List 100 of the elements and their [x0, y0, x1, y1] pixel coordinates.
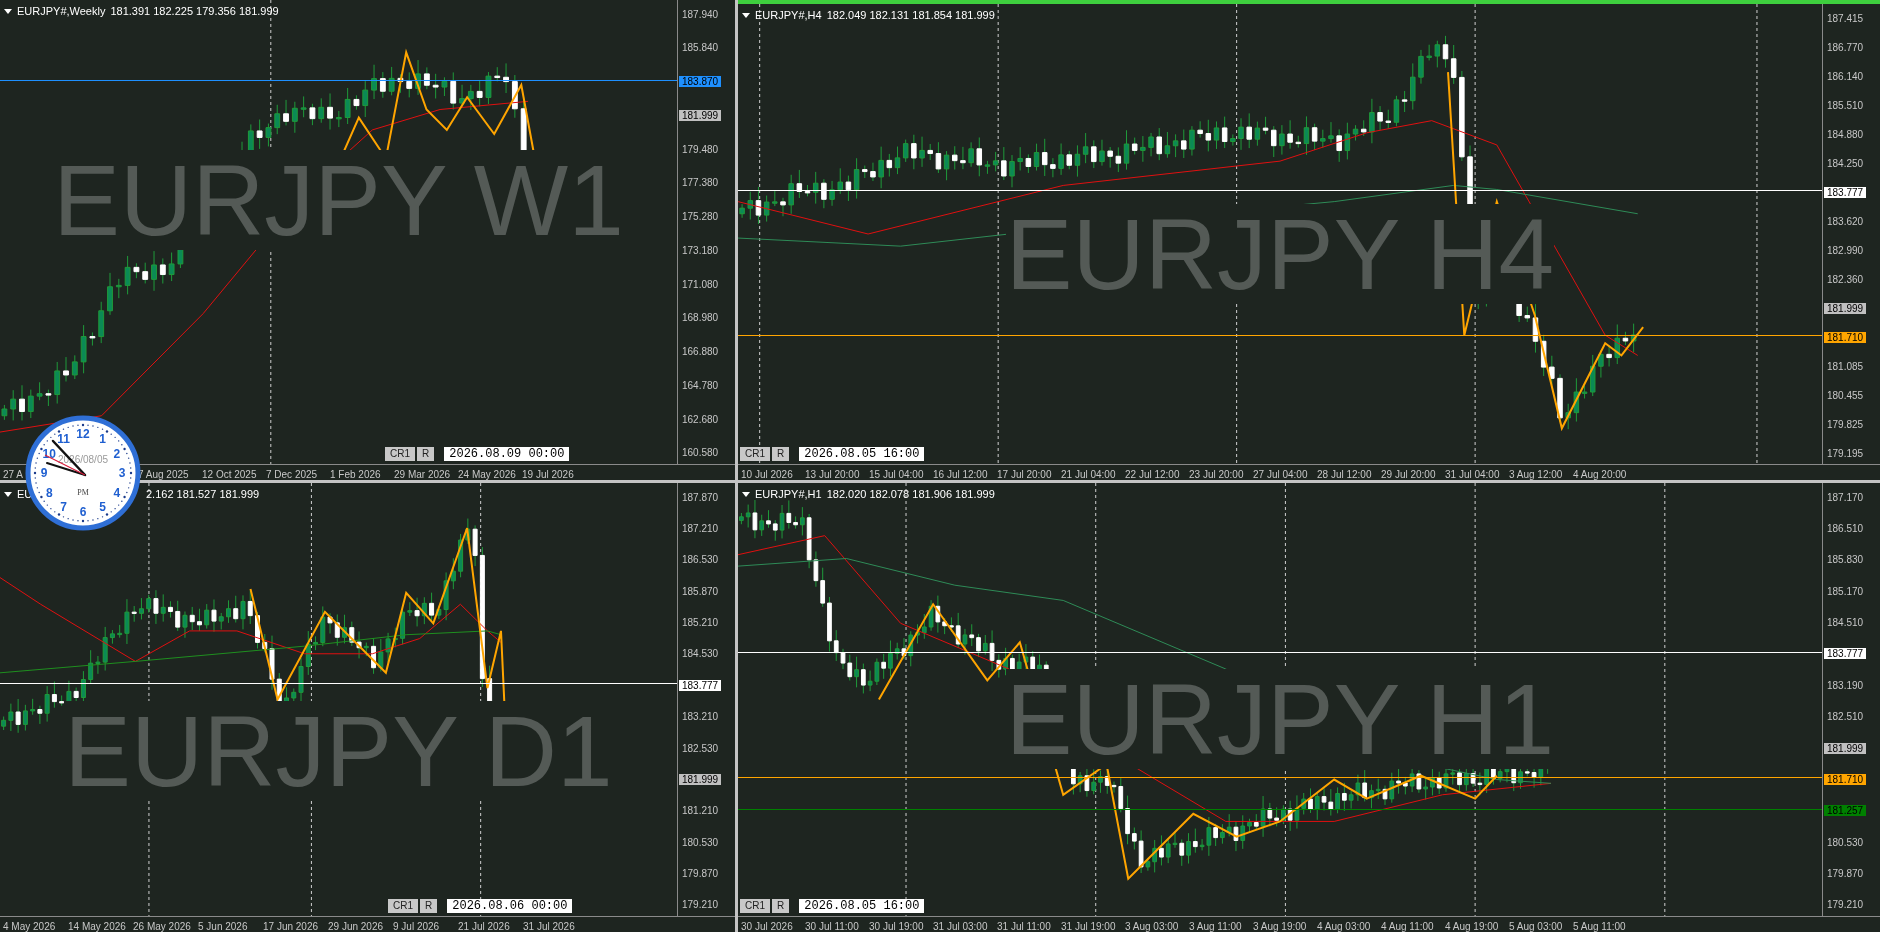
- price-tag: 181.710: [1824, 331, 1867, 343]
- price-axis-label: 179.210: [682, 899, 719, 911]
- time-axis-label: 14 May 2026: [68, 920, 126, 932]
- price-axis-label: 183.190: [1827, 679, 1864, 691]
- clock-numeral: 9: [40, 466, 48, 480]
- chart-symbol-label: EURJPY#,H1: [755, 487, 822, 502]
- price-axis-label: 186.510: [1827, 522, 1864, 534]
- date-field[interactable]: 2026.08.05 16:00: [799, 899, 925, 913]
- clock-numeral: 1: [99, 432, 106, 447]
- price-axis-label: 179.210: [1827, 899, 1864, 911]
- price-axis-label: 162.680: [682, 413, 719, 425]
- price-axis-label: 185.510: [1827, 99, 1864, 111]
- clock-numeral: 8: [45, 485, 53, 500]
- ohlc-values: 181.391 182.225 179.356 181.999: [110, 4, 279, 19]
- price-tag: 183.870: [679, 76, 722, 88]
- time-axis-label: 3 Aug 19:00: [1253, 920, 1307, 932]
- toolbar-button[interactable]: R: [772, 447, 790, 461]
- ohlc-values: 182.049 182.131 181.854 181.999: [826, 8, 995, 23]
- price-axis-label: 179.195: [1827, 447, 1864, 459]
- toolbar-button[interactable]: R: [420, 899, 438, 913]
- price-axis-label: 184.250: [1827, 157, 1864, 169]
- time-axis-label: 26 May 2026: [133, 920, 191, 932]
- price-axis-label: 187.210: [682, 522, 719, 534]
- price-tag: 183.777: [679, 679, 722, 691]
- toolbar-button[interactable]: CR1: [740, 899, 770, 913]
- clock-numeral: 10: [42, 446, 56, 461]
- time-axis-label: 4 Aug 20:00: [1573, 468, 1627, 480]
- price-axis-label: 184.530: [682, 648, 719, 660]
- price-axis-label: 185.210: [682, 617, 719, 628]
- time-axis-label: 21 Jul 04:00: [1061, 468, 1116, 480]
- time-axis-label: 30 Jul 2026: [741, 920, 793, 932]
- time-axis-label: 29 Mar 2026: [394, 468, 451, 480]
- price-axis-label: 185.870: [682, 585, 719, 597]
- time-axis-label: 3 Aug 12:00: [1509, 468, 1563, 480]
- price-tag: 181.710: [1824, 773, 1867, 785]
- time-axis-label: 16 Jul 12:00: [933, 468, 988, 480]
- price-axis-label: 164.780: [682, 379, 719, 391]
- time-axis-label: 4 Aug 11:00: [1381, 920, 1434, 932]
- clock-numeral: 4: [113, 485, 121, 500]
- price-axis-label: 185.830: [1827, 554, 1864, 566]
- time-axis-label: 23 Jul 20:00: [1189, 468, 1244, 480]
- price-axis-label: 160.580: [682, 447, 719, 459]
- time-axis-label: 31 Jul 03:00: [933, 920, 988, 932]
- toolbar-button[interactable]: CR1: [388, 899, 418, 913]
- time-axis-label: 12 Oct 2025: [202, 468, 257, 480]
- time-axis-label: 4 May 2026: [3, 920, 56, 932]
- date-field[interactable]: 2026.08.05 16:00: [799, 447, 925, 461]
- clock-numeral: 12: [76, 427, 90, 441]
- time-axis-label: 4 Aug 03:00: [1317, 920, 1371, 932]
- time-axis-label: 31 Jul 11:00: [997, 920, 1051, 932]
- price-axis-label: 180.530: [1827, 836, 1864, 848]
- time-axis-label: 24 May 2026: [458, 468, 516, 480]
- clock-numeral: 5: [99, 499, 106, 514]
- price-axis-label: 177.380: [682, 177, 719, 189]
- caret-icon[interactable]: [4, 491, 12, 497]
- toolbar-button[interactable]: R: [417, 447, 435, 461]
- price-axis-label: 186.530: [682, 554, 719, 566]
- time-axis-label: 5 Aug 11:00: [1573, 920, 1626, 932]
- time-axis-label: 28 Jul 12:00: [1317, 468, 1372, 480]
- price-tag: 183.777: [1824, 186, 1867, 198]
- time-axis-label: 3 Aug 11:00: [1189, 920, 1242, 932]
- date-field[interactable]: 2026.08.06 00:00: [447, 899, 573, 913]
- toolbar-button[interactable]: CR1: [740, 447, 770, 461]
- time-axis-label: 17 Jun 2026: [263, 920, 319, 932]
- date-field[interactable]: 2026.08.09 00:00: [444, 447, 570, 461]
- price-axis-label: 166.880: [682, 346, 719, 358]
- caret-icon[interactable]: [742, 491, 750, 497]
- time-axis-label: 29 Jun 2026: [328, 920, 384, 932]
- price-axis-label: 182.530: [682, 742, 719, 754]
- time-axis-label: 31 Jul 04:00: [1445, 468, 1500, 480]
- price-tag: 181.999: [679, 773, 722, 785]
- time-axis-label: 27 Jul 04:00: [1253, 468, 1308, 480]
- time-axis-label: 13 Jul 20:00: [805, 468, 860, 480]
- toolbar-button[interactable]: R: [772, 899, 790, 913]
- price-tag: 183.777: [1824, 648, 1867, 660]
- price-axis-label: 179.825: [1827, 418, 1864, 430]
- clock-numeral: 11: [57, 432, 70, 447]
- toolbar-button[interactable]: CR1: [385, 447, 415, 461]
- time-axis-label: 15 Jul 04:00: [869, 468, 924, 480]
- caret-icon[interactable]: [742, 12, 750, 18]
- time-axis-label: 4 Aug 19:00: [1445, 920, 1499, 932]
- price-axis-label: 179.480: [682, 143, 719, 155]
- time-axis-label: 19 Jul 2026: [522, 468, 574, 480]
- time-axis-label: 29 Jul 20:00: [1381, 468, 1436, 480]
- price-axis-label: 187.940: [682, 8, 719, 20]
- price-tag: 181.999: [1824, 302, 1867, 314]
- time-axis-label: 3 Aug 03:00: [1125, 920, 1179, 932]
- time-axis-label: 7 Dec 2025: [266, 468, 318, 480]
- chart-symbol-label: EURJPY#,H4: [755, 8, 822, 23]
- price-tag: 181.999: [1824, 742, 1867, 754]
- time-axis-label: 21 Jul 2026: [458, 920, 510, 932]
- caret-icon[interactable]: [4, 8, 12, 14]
- time-axis-label: 10 Jul 2026: [741, 468, 793, 480]
- price-axis-label: 187.170: [1827, 491, 1864, 503]
- time-axis-label: 5 Jun 2026: [198, 920, 248, 932]
- time-axis-label: 9 Jul 2026: [393, 920, 440, 932]
- ohlc-values: 2.162 181.527 181.999: [146, 487, 260, 502]
- price-axis-label: 179.870: [682, 868, 719, 879]
- price-axis-label: 183.620: [1827, 215, 1864, 227]
- price-axis-label: 179.870: [1827, 868, 1864, 879]
